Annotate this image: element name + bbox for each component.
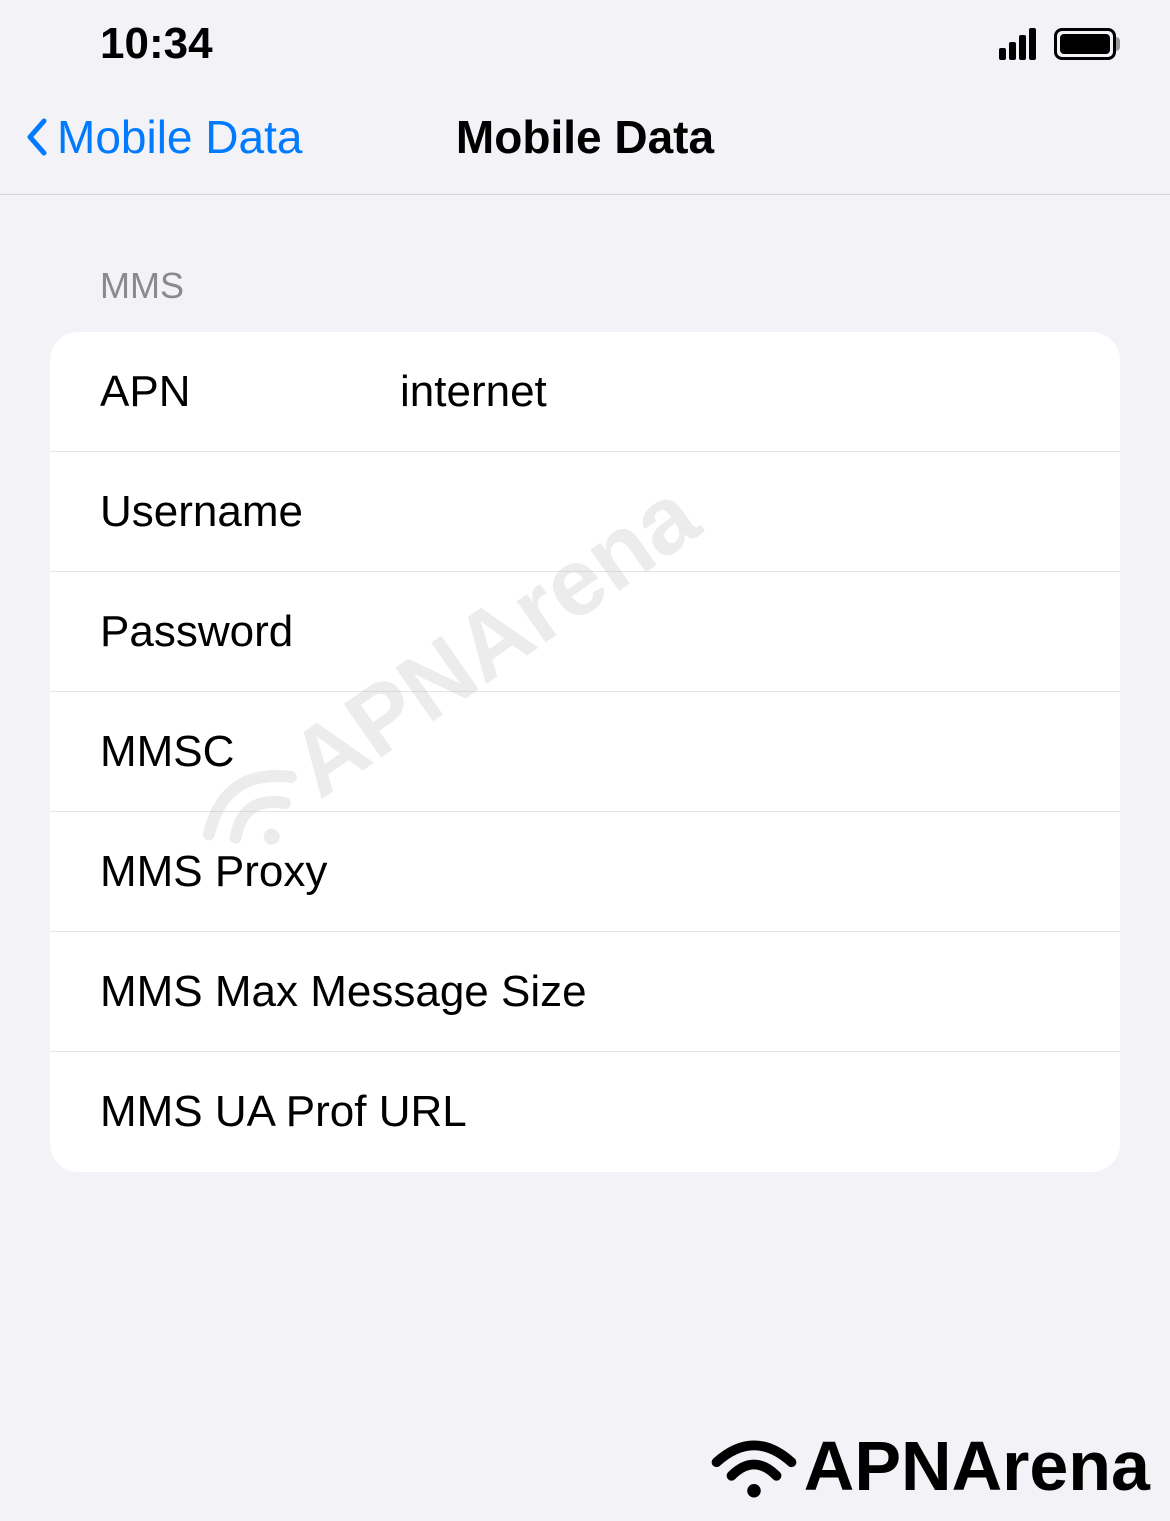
signal-icon — [999, 28, 1036, 60]
mmsc-label: MMSC — [100, 727, 400, 777]
username-label: Username — [100, 487, 400, 537]
status-bar: 10:34 — [0, 0, 1170, 90]
settings-group: APN Username Password MMSC MMS Proxy MMS… — [50, 332, 1120, 1172]
apn-input[interactable] — [400, 367, 1120, 417]
mms-proxy-row[interactable]: MMS Proxy — [50, 812, 1120, 932]
content: MMS APN Username Password MMSC MMS Proxy… — [0, 195, 1170, 1172]
password-row[interactable]: Password — [50, 572, 1120, 692]
mms-max-size-row[interactable]: MMS Max Message Size — [50, 932, 1120, 1052]
footer-logo-text: APNArena — [804, 1426, 1150, 1506]
navigation-bar: Mobile Data Mobile Data — [0, 90, 1170, 195]
apn-label: APN — [100, 367, 400, 417]
apn-row[interactable]: APN — [50, 332, 1120, 452]
back-label: Mobile Data — [57, 110, 302, 164]
username-input[interactable] — [400, 487, 1120, 537]
mmsc-input[interactable] — [400, 727, 1120, 777]
username-row[interactable]: Username — [50, 452, 1120, 572]
chevron-left-icon — [25, 118, 47, 156]
password-input[interactable] — [400, 607, 1120, 657]
footer-logo: APNArena — [709, 1426, 1150, 1506]
battery-icon — [1054, 28, 1120, 60]
password-label: Password — [100, 607, 400, 657]
mms-proxy-input[interactable] — [400, 847, 1120, 897]
mms-ua-prof-row[interactable]: MMS UA Prof URL — [50, 1052, 1120, 1172]
wifi-icon — [709, 1431, 799, 1501]
status-time: 10:34 — [100, 19, 213, 69]
mms-ua-prof-label: MMS UA Prof URL — [100, 1087, 1120, 1137]
mms-max-size-label: MMS Max Message Size — [100, 967, 1120, 1017]
mms-proxy-label: MMS Proxy — [100, 847, 400, 897]
section-header: MMS — [0, 265, 1170, 332]
status-indicators — [999, 28, 1120, 60]
mmsc-row[interactable]: MMSC — [50, 692, 1120, 812]
back-button[interactable]: Mobile Data — [25, 110, 302, 164]
page-title: Mobile Data — [456, 110, 714, 164]
